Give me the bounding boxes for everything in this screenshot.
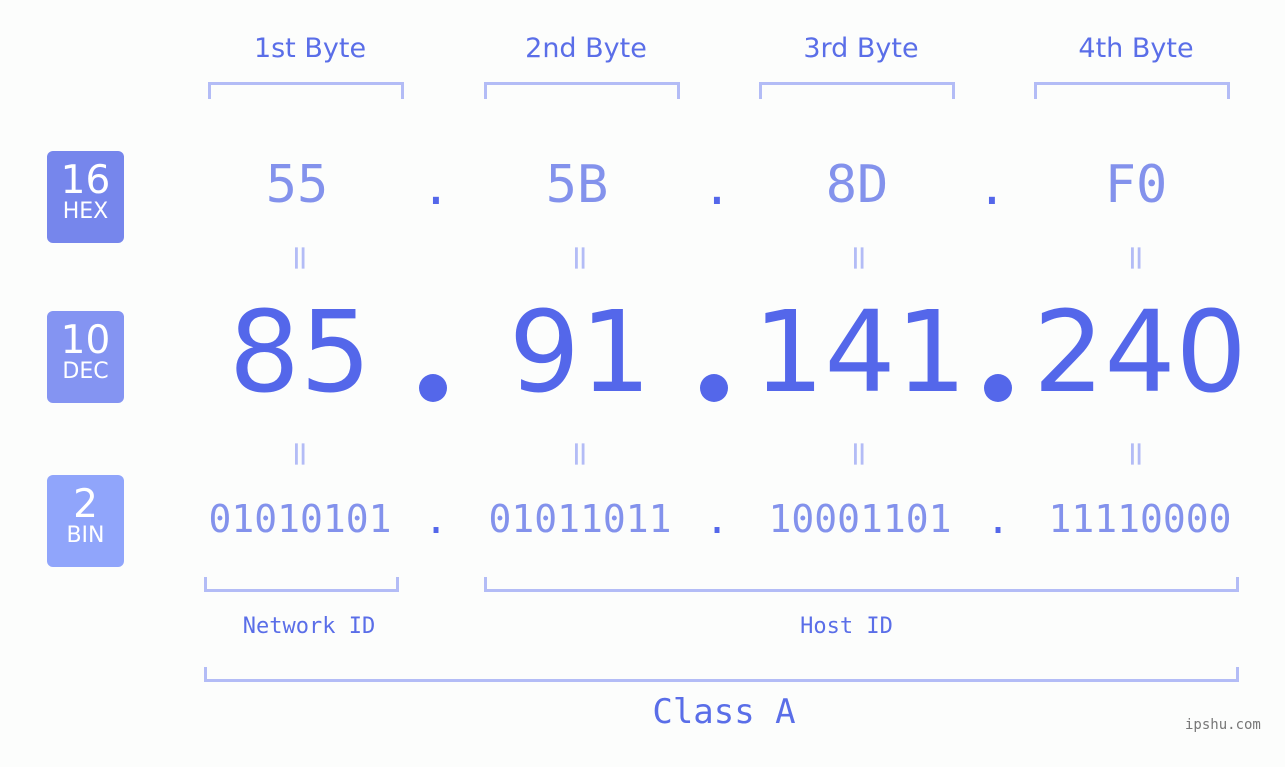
bin-byte-1: 01010101 [208, 497, 392, 541]
network-bracket [204, 577, 399, 592]
dec-badge: 10 DEC [47, 311, 124, 403]
byte-bracket-4 [1034, 82, 1230, 99]
equals-icon: = [839, 243, 879, 273]
equals-icon: = [1116, 243, 1156, 273]
byte-header-4: 4th Byte [1078, 33, 1194, 64]
network-id-label: Network ID [242, 614, 376, 639]
dec-byte-4: 240 [1033, 288, 1247, 418]
hex-badge: 16 HEX [47, 151, 124, 243]
dec-separator-3 [984, 374, 1012, 402]
byte-header-2: 2nd Byte [525, 33, 647, 64]
byte-header-1: 1st Byte [253, 33, 367, 64]
bin-byte-2: 01011011 [488, 497, 672, 541]
dec-badge-base: 10 [60, 318, 111, 363]
dec-byte-3: 141 [753, 288, 967, 418]
hex-badge-label: HEX [62, 199, 109, 224]
hex-byte-1: 55 [265, 155, 329, 215]
host-bracket [484, 577, 1239, 592]
equals-icon: = [560, 439, 600, 469]
byte-bracket-2 [484, 82, 680, 99]
bin-badge-base: 2 [73, 482, 98, 527]
watermark: ipshu.com [1185, 717, 1261, 733]
bin-badge: 2 BIN [47, 475, 124, 567]
host-id-label: Host ID [800, 614, 893, 639]
equals-icon: = [560, 243, 600, 273]
byte-header-3: 3rd Byte [803, 33, 919, 64]
class-label: Class A [652, 692, 796, 732]
dec-separator-2 [700, 374, 728, 402]
class-bracket [204, 667, 1239, 682]
hex-badge-base: 16 [60, 158, 111, 203]
dec-badge-label: DEC [62, 359, 109, 384]
equals-icon: = [280, 439, 320, 469]
equals-icon: = [280, 243, 320, 273]
byte-bracket-1 [208, 82, 404, 99]
hex-separator-2: . [702, 160, 732, 216]
bin-badge-label: BIN [66, 523, 105, 548]
dec-separator-1 [419, 374, 447, 402]
hex-byte-2: 5B [545, 155, 609, 215]
hex-byte-4: F0 [1104, 155, 1168, 215]
dec-byte-2: 91 [508, 288, 652, 418]
bin-byte-3: 10001101 [768, 497, 952, 541]
equals-icon: = [839, 439, 879, 469]
equals-icon: = [1116, 439, 1156, 469]
bin-byte-4: 11110000 [1048, 497, 1232, 541]
byte-bracket-3 [759, 82, 955, 99]
hex-separator-3: . [977, 160, 1007, 216]
hex-separator-1: . [421, 160, 451, 216]
dec-byte-1: 85 [228, 288, 372, 418]
hex-byte-3: 8D [825, 155, 889, 215]
